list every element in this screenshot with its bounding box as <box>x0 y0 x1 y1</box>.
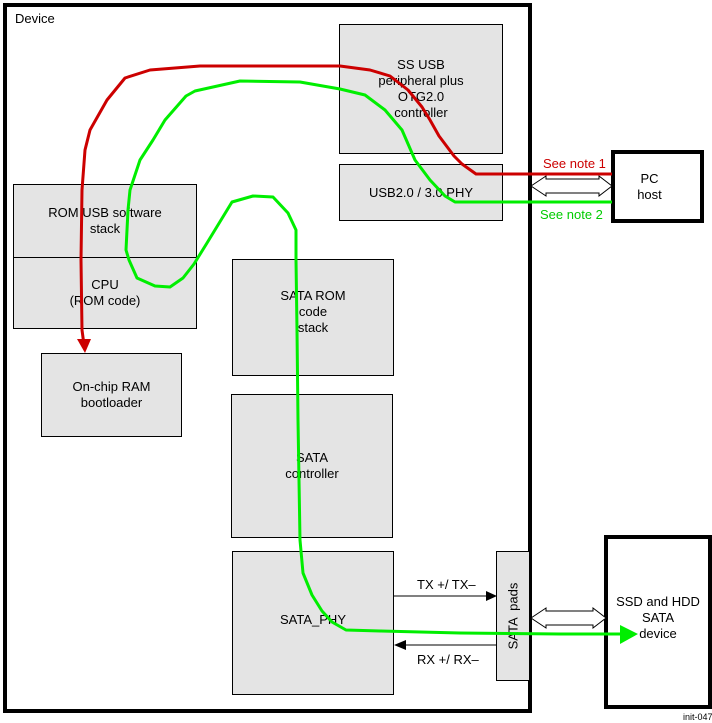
pc-host-box: PC host <box>611 150 704 223</box>
rx-signal-label: RX +/ RX– <box>417 652 479 667</box>
tx-signal-label: TX +/ TX– <box>417 577 476 592</box>
onchip-ram-block: On-chip RAM bootloader <box>41 353 182 437</box>
sata-pads-block: SATA pads <box>496 551 530 681</box>
sata-pads-label: SATA pads <box>505 582 521 650</box>
usb-bus-double-arrow <box>530 174 613 198</box>
sata-device-box: SSD and HDD SATA device <box>604 535 712 709</box>
note-2-label: See note 2 <box>540 207 603 222</box>
sata-controller-block: SATA controller <box>231 394 393 538</box>
sata-phy-block: SATA_PHY <box>232 551 394 695</box>
cpu-block: CPU (ROM code) <box>13 257 197 329</box>
sata-rom-stack-block: SATA ROM code stack <box>232 259 394 376</box>
note-1-label: See note 1 <box>543 156 606 171</box>
device-label: Device <box>15 11 55 26</box>
sata-bus-double-arrow <box>530 606 607 630</box>
usb-phy-block: USB2.0 / 3.0 PHY <box>339 164 503 221</box>
rom-usb-stack-block: ROM USB software stack <box>13 184 197 258</box>
figure-id: init-047 <box>683 712 712 722</box>
ss-usb-controller-block: SS USB peripheral plus OTG2.0 controller <box>339 24 503 154</box>
